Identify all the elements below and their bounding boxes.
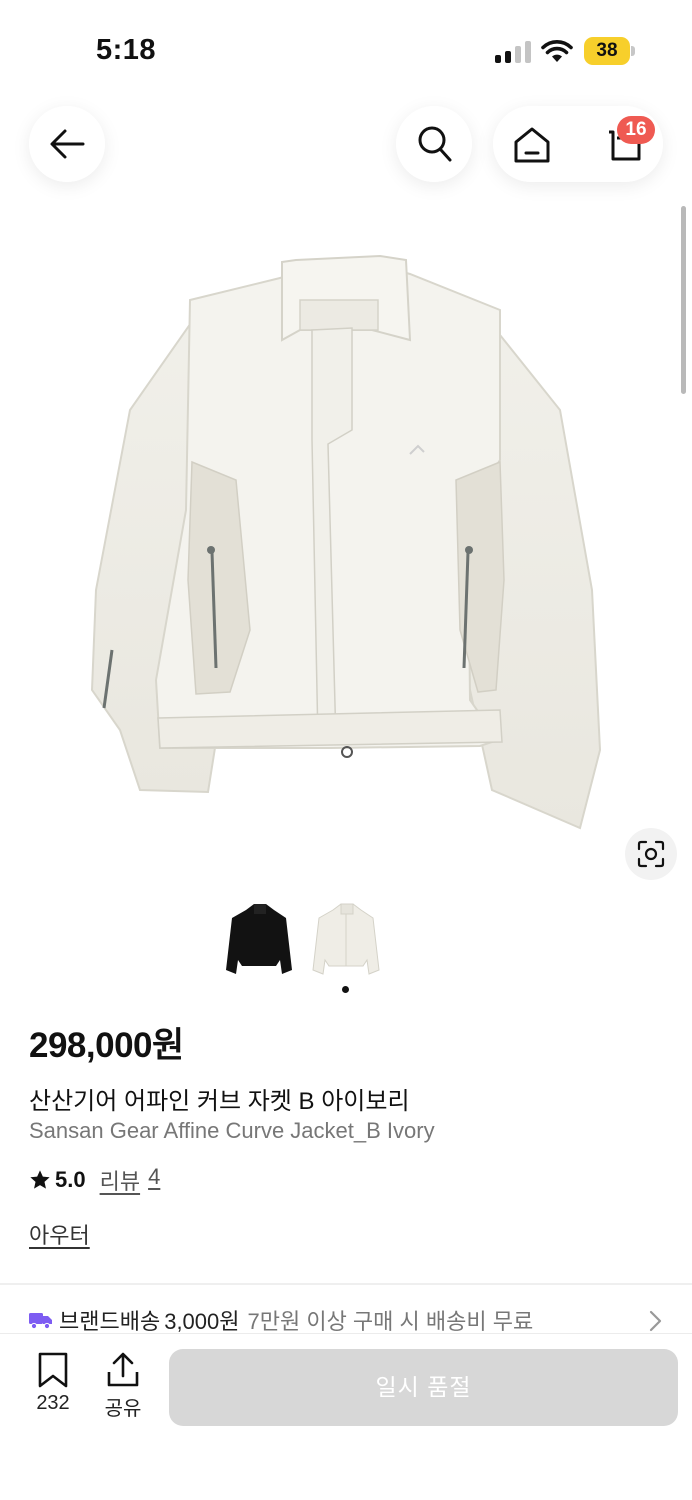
shipping-info-row[interactable]: 브랜드배송 3,000원 7만원 이상 구매 시 배송비 무료 — [29, 1303, 669, 1337]
wifi-icon — [541, 40, 573, 62]
home-icon[interactable] — [513, 126, 551, 164]
arrow-left-icon — [50, 129, 85, 159]
category-link[interactable]: 아우터 — [29, 1218, 90, 1250]
share-label: 공유 — [104, 1398, 142, 1420]
shipping-fee: 3,000원 — [164, 1309, 240, 1334]
product-rating: 5.0 리뷰 4 — [29, 1164, 161, 1196]
cart-count-badge: 16 — [617, 116, 655, 144]
product-image[interactable] — [0, 230, 692, 870]
product-name-korean: 산산기어 어파인 커브 자켓 B 아이보리 — [29, 1088, 410, 1115]
product-name-english: Sansan Gear Affine Curve Jacket_B Ivory — [29, 1118, 435, 1143]
chevron-right-icon — [649, 1310, 662, 1332]
gallery-page-indicator — [342, 986, 349, 993]
battery-icon: 38 — [584, 37, 636, 65]
review-label: 리뷰 — [99, 1169, 141, 1194]
back-button[interactable] — [29, 106, 105, 182]
share-icon — [107, 1352, 139, 1387]
status-bar: 5:18 38 — [0, 0, 692, 100]
black-jacket-thumbnail[interactable] — [224, 900, 294, 980]
product-price: 298,000원 — [29, 1026, 184, 1065]
search-button[interactable] — [396, 106, 472, 182]
review-count: 4 — [148, 1164, 161, 1189]
bookmark-button[interactable] — [30, 1352, 76, 1393]
status-time: 5:18 — [96, 34, 157, 66]
rating-score: 5.0 — [55, 1167, 86, 1192]
ivory-jacket-thumbnail[interactable] — [311, 900, 381, 980]
bookmark-count: 232 — [36, 1392, 70, 1414]
star-icon — [30, 1170, 50, 1189]
truck-icon — [29, 1313, 52, 1330]
shipping-label: 브랜드배송 — [59, 1309, 161, 1334]
search-icon — [418, 126, 452, 162]
shipping-note: 7만원 이상 구매 시 배송비 무료 — [247, 1309, 534, 1334]
visual-search-icon — [637, 840, 665, 868]
share-button[interactable] — [100, 1352, 146, 1393]
cellular-signal-icon — [495, 41, 531, 63]
review-link[interactable]: 리뷰 4 — [100, 1164, 161, 1196]
visual-search-button[interactable] — [625, 828, 677, 880]
section-divider — [0, 1283, 692, 1285]
battery-level: 38 — [596, 40, 618, 61]
bookmark-icon — [38, 1352, 68, 1388]
sold-out-button[interactable]: 일시 품절 — [169, 1349, 678, 1426]
